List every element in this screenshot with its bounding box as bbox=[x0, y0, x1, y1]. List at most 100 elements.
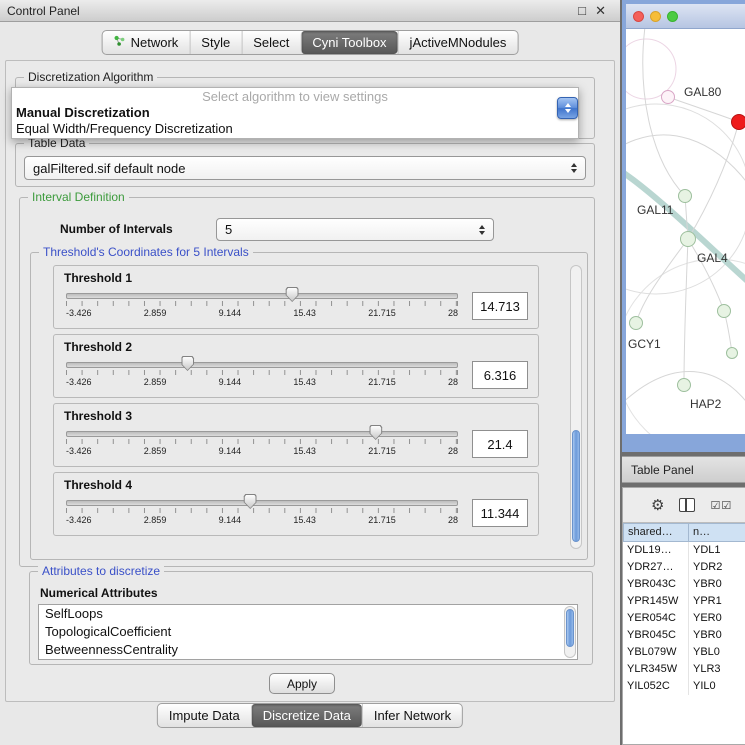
table-row[interactable]: YDR27…YDR2 bbox=[623, 559, 745, 576]
threshold-slider[interactable]: -3.4262.8599.14415.4321.71528 bbox=[66, 287, 458, 325]
table-cell[interactable]: YDL19… bbox=[623, 542, 689, 559]
slider-thumb[interactable] bbox=[369, 425, 382, 440]
tick-label: 21.715 bbox=[368, 308, 396, 318]
tick-label: 28 bbox=[448, 446, 458, 456]
tab-style[interactable]: Style bbox=[189, 31, 241, 54]
apply-button[interactable]: Apply bbox=[269, 673, 335, 694]
float-window-icon[interactable]: □ bbox=[578, 0, 586, 22]
zoom-traffic-light-icon[interactable] bbox=[667, 11, 678, 22]
algorithm-combo-stepper[interactable] bbox=[557, 97, 578, 119]
threshold-label: Threshold 3 bbox=[54, 404, 538, 423]
table-cell[interactable]: YIL052C bbox=[623, 678, 689, 695]
tab-infer-network[interactable]: Infer Network bbox=[362, 704, 462, 727]
tick-label: 21.715 bbox=[368, 446, 396, 456]
tick-label: 2.859 bbox=[144, 308, 167, 318]
threshold-value-field[interactable]: 11.344 bbox=[472, 499, 528, 527]
table-cell[interactable]: YLR3 bbox=[689, 661, 745, 678]
slider-track[interactable] bbox=[66, 431, 458, 437]
columns-icon[interactable] bbox=[679, 498, 695, 512]
table-cell[interactable]: YPR145W bbox=[623, 593, 689, 610]
number-of-intervals-combo[interactable]: 5 bbox=[216, 218, 494, 241]
slider-track[interactable] bbox=[66, 500, 458, 506]
tab-jactivemnodules[interactable]: jActiveMNodules bbox=[398, 31, 518, 54]
network-canvas[interactable]: GAL80GAL11GAL4GCY1HAP2 bbox=[626, 29, 745, 434]
table-row[interactable]: YDL19…YDL1 bbox=[623, 542, 745, 559]
table-cell[interactable]: YDR27… bbox=[623, 559, 689, 576]
table-cell[interactable]: YPR1 bbox=[689, 593, 745, 610]
slider-track[interactable] bbox=[66, 293, 458, 299]
network-node[interactable] bbox=[629, 316, 643, 330]
tick-label: 28 bbox=[448, 377, 458, 387]
algorithm-group-title: Discretization Algorithm bbox=[24, 70, 157, 84]
select-columns-checkboxes-icon[interactable]: ☑☑ bbox=[710, 499, 732, 512]
thresholds-container: Threshold 1 -3.4262.8599.14415.4321.7152… bbox=[53, 265, 539, 541]
close-window-icon[interactable]: ✕ bbox=[595, 0, 606, 22]
network-window-titlebar bbox=[626, 4, 745, 29]
table-cell[interactable]: YBL079W bbox=[623, 644, 689, 661]
table-cell[interactable]: YBR045C bbox=[623, 627, 689, 644]
minimize-traffic-light-icon[interactable] bbox=[650, 11, 661, 22]
network-node[interactable] bbox=[680, 231, 696, 247]
attributes-scrollbar[interactable] bbox=[564, 606, 576, 658]
scrollbar-thumb[interactable] bbox=[572, 430, 580, 543]
network-node[interactable] bbox=[717, 304, 731, 318]
table-cell[interactable]: YDL1 bbox=[689, 542, 745, 559]
table-cell[interactable]: YBR0 bbox=[689, 576, 745, 593]
table-data-combo[interactable]: galFiltered.sif default node bbox=[24, 156, 586, 180]
attribute-list-item[interactable]: SelfLoops bbox=[39, 605, 577, 623]
threshold-value-field[interactable]: 14.713 bbox=[472, 292, 528, 320]
table-row[interactable]: YBR043CYBR0 bbox=[623, 576, 745, 593]
table-header-row: shared… n… bbox=[623, 523, 745, 542]
tab-label: Style bbox=[201, 35, 230, 50]
threshold-slider[interactable]: -3.4262.8599.14415.4321.71528 bbox=[66, 356, 458, 394]
threshold-value-field[interactable]: 21.4 bbox=[472, 430, 528, 458]
column-header-name[interactable]: n… bbox=[689, 523, 745, 542]
table-row[interactable]: YIL052CYIL0 bbox=[623, 678, 745, 695]
table-cell[interactable]: YER054C bbox=[623, 610, 689, 627]
table-cell[interactable]: YIL0 bbox=[689, 678, 745, 695]
tab-cyni-toolbox[interactable]: Cyni Toolbox bbox=[300, 31, 397, 54]
close-traffic-light-icon[interactable] bbox=[633, 11, 644, 22]
tab-label: Impute Data bbox=[169, 708, 240, 723]
tick-label: 15.43 bbox=[293, 515, 316, 525]
table-row[interactable]: YBR045CYBR0 bbox=[623, 627, 745, 644]
threshold-slider[interactable]: -3.4262.8599.14415.4321.71528 bbox=[66, 494, 458, 532]
table-cell[interactable]: YBL0 bbox=[689, 644, 745, 661]
slider-track[interactable] bbox=[66, 362, 458, 368]
network-node[interactable] bbox=[677, 378, 691, 392]
network-node[interactable] bbox=[678, 189, 692, 203]
tab-select[interactable]: Select bbox=[241, 31, 300, 54]
table-cell[interactable]: YBR0 bbox=[689, 627, 745, 644]
attribute-list-item[interactable]: TopologicalCoefficient bbox=[39, 623, 577, 641]
algorithm-option[interactable]: Equal Width/Frequency Discretization bbox=[12, 121, 578, 137]
slider-thumb[interactable] bbox=[244, 494, 257, 509]
slider-thumb[interactable] bbox=[181, 356, 194, 371]
gear-icon[interactable]: ⚙ bbox=[651, 496, 664, 514]
table-cell[interactable]: YLR345W bbox=[623, 661, 689, 678]
table-cell[interactable]: YBR043C bbox=[623, 576, 689, 593]
algorithm-option[interactable]: Manual Discretization bbox=[12, 105, 578, 121]
scrollbar-thumb[interactable] bbox=[566, 609, 574, 647]
threshold-panel: Threshold 1 -3.4262.8599.14415.4321.7152… bbox=[53, 265, 539, 329]
tab-network[interactable]: Network bbox=[103, 31, 190, 54]
network-node[interactable] bbox=[726, 347, 738, 359]
table-cell[interactable]: YER0 bbox=[689, 610, 745, 627]
threshold-value-field[interactable]: 6.316 bbox=[472, 361, 528, 389]
attribute-list-item[interactable]: BetweennessCentrality bbox=[39, 641, 577, 659]
column-header-shared-name[interactable]: shared… bbox=[623, 523, 689, 542]
network-node[interactable] bbox=[731, 114, 745, 130]
tab-discretize-data[interactable]: Discretize Data bbox=[251, 704, 362, 727]
table-row[interactable]: YBL079WYBL0 bbox=[623, 644, 745, 661]
tab-impute-data[interactable]: Impute Data bbox=[158, 704, 251, 727]
threshold-label: Threshold 1 bbox=[54, 266, 538, 285]
table-row[interactable]: YPR145WYPR1 bbox=[623, 593, 745, 610]
table-cell[interactable]: YDR2 bbox=[689, 559, 745, 576]
slider-thumb[interactable] bbox=[286, 287, 299, 302]
thresholds-group-title: Threshold's Coordinates for 5 Intervals bbox=[39, 245, 253, 259]
table-row[interactable]: YLR345WYLR3 bbox=[623, 661, 745, 678]
top-tab-bar: Network Style SelectCyni ToolboxjActiveMNo… bbox=[102, 30, 519, 55]
table-row[interactable]: YER054CYER0 bbox=[623, 610, 745, 627]
thresholds-scrollbar[interactable] bbox=[570, 265, 582, 549]
network-node[interactable] bbox=[661, 90, 675, 104]
threshold-slider[interactable]: -3.4262.8599.14415.4321.71528 bbox=[66, 425, 458, 463]
